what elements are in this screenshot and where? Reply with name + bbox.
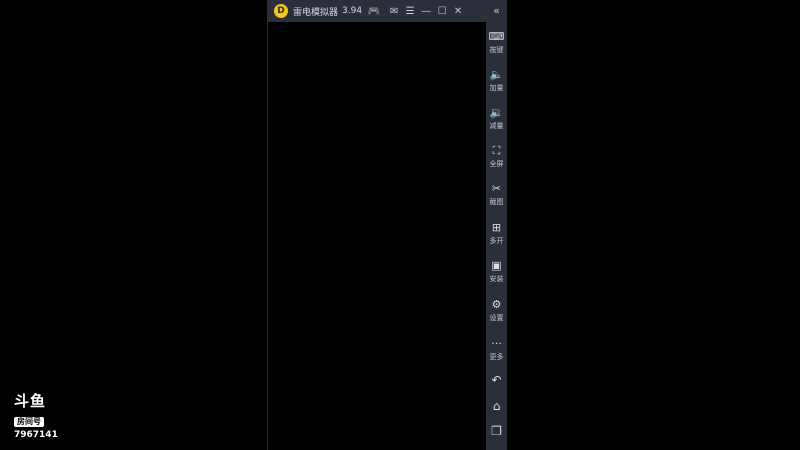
recent-apps-icon[interactable]: ❐: [486, 422, 507, 440]
scissors-icon: ✂: [491, 182, 502, 195]
sidebar-button-label: 按键: [489, 46, 504, 54]
sidebar-button-label: 截图: [489, 198, 504, 206]
sidebar-button-scissors[interactable]: ✂ 截图: [486, 180, 507, 214]
sidebar-button-volume-up[interactable]: 🔈 加量: [486, 66, 507, 100]
sidebar-button-label: 安装: [489, 275, 504, 283]
fullscreen-icon: ⛶: [492, 144, 501, 157]
mail-icon[interactable]: ✉: [386, 3, 402, 19]
douyu-watermark: 斗鱼 房间号 7967141: [14, 393, 64, 441]
menu-icon[interactable]: ☰: [402, 3, 418, 19]
ldplayer-logo-icon: D: [274, 4, 288, 18]
sidebar-button-label: 减量: [489, 122, 504, 130]
gamepad-icon[interactable]: 🎮: [366, 3, 382, 19]
settings-gear-icon: ⚙: [491, 298, 502, 311]
more-dots-icon: ···: [491, 337, 502, 350]
maximize-icon[interactable]: ☐: [434, 3, 450, 19]
emulator-window: D 雷电模拟器 3.94 🎮 ✉ ☰ — ☐ ✕ « ⌨ 按键 🔈 加量 🔉 减量 ⛶ 全屏 ✂…: [267, 0, 507, 450]
minimize-icon[interactable]: —: [418, 3, 434, 19]
sidebar-button-label: 加量: [489, 84, 504, 92]
keyboard-icon: ⌨: [488, 30, 505, 43]
room-badge: 房间号: [14, 417, 44, 427]
sidebar-button-settings-gear[interactable]: ⚙ 设置: [486, 296, 507, 330]
sidebar-button-more-dots[interactable]: ··· 更多: [486, 335, 507, 369]
sidebar-button-multi-instance[interactable]: ⊞ 多开: [486, 219, 507, 253]
close-icon[interactable]: ✕: [450, 3, 466, 19]
android-screen[interactable]: [268, 22, 486, 450]
sidebar-button-label: 多开: [489, 237, 504, 245]
collapse-sidebar-icon[interactable]: «: [486, 4, 507, 18]
home-icon[interactable]: ⌂: [486, 397, 507, 415]
multi-instance-icon: ⊞: [491, 221, 502, 234]
install-apk-icon: ▣: [491, 259, 502, 272]
sidebar-button-label: 全屏: [489, 160, 504, 168]
sidebar-button-label: 更多: [489, 353, 504, 361]
volume-up-icon: 🔈: [489, 68, 504, 81]
volume-down-icon: 🔉: [489, 106, 504, 119]
back-icon[interactable]: ↶: [486, 371, 507, 389]
sidebar-button-fullscreen[interactable]: ⛶ 全屏: [486, 142, 507, 176]
sidebar-button-keyboard[interactable]: ⌨ 按键: [486, 28, 507, 62]
sidebar-toolbar: « ⌨ 按键 🔈 加量 🔉 减量 ⛶ 全屏 ✂ 截图 ⊞ 多开 ▣ 安装 ⚙ 设置 ··· 更多 ↶ ⌂ ❐: [486, 0, 507, 450]
version-label: 3.94: [342, 6, 363, 16]
sidebar-button-volume-down[interactable]: 🔉 减量: [486, 104, 507, 138]
douyu-logo: 斗鱼: [14, 392, 47, 410]
room-id: 7967141: [14, 430, 58, 440]
sidebar-button-label: 设置: [489, 314, 504, 322]
title-bar: D 雷电模拟器 3.94 🎮 ✉ ☰ — ☐ ✕: [268, 0, 486, 22]
sidebar-button-install-apk[interactable]: ▣ 安装: [486, 257, 507, 291]
window-title: 雷电模拟器: [293, 7, 339, 18]
